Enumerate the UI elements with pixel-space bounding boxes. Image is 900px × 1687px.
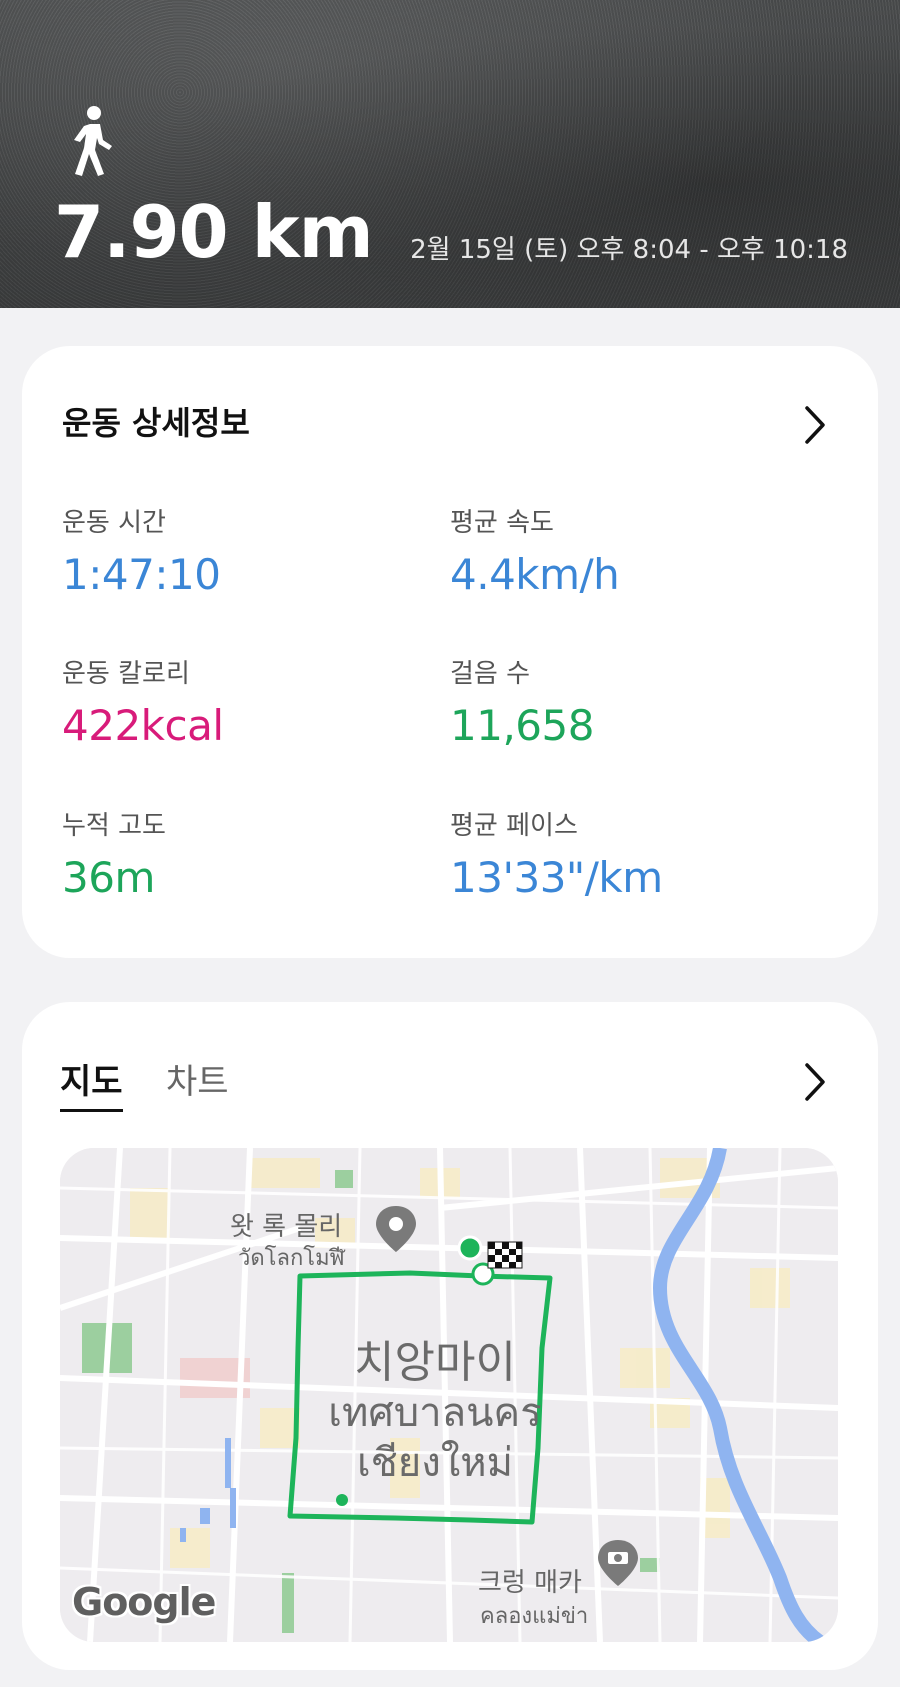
stat-calories: 운동 칼로리 422kcal: [62, 656, 224, 754]
workout-details-title: 운동 상세정보: [62, 404, 250, 442]
chevron-right-icon[interactable]: [803, 405, 827, 445]
stat-duration: 운동 시간 1:47:10: [62, 505, 221, 603]
stat-elevation: 누적 고도 36m: [62, 808, 166, 906]
stat-avg-speed: 평균 속도 4.4km/h: [450, 505, 620, 603]
distance-value: 7.90 km: [54, 190, 374, 274]
stat-value: 11,658: [450, 701, 594, 750]
poi-label-ko: 크렁 매카: [478, 1568, 582, 1598]
activity-header: 7.90 km 2월 15일 (토) 오후 8:04 - 오후 10:18: [0, 0, 900, 308]
stat-label: 운동 시간: [62, 508, 166, 538]
poi-label-th: วัดโลกโมฬี: [238, 1246, 345, 1271]
stat-value: 422kcal: [62, 701, 224, 750]
stat-value: 13'33"/km: [450, 853, 663, 902]
tab-map[interactable]: 지도: [60, 1060, 123, 1112]
stat-label: 평균 페이스: [450, 811, 578, 841]
walking-person-icon: [70, 104, 114, 176]
stat-label: 평균 속도: [450, 508, 554, 538]
route-start-marker: [457, 1235, 483, 1261]
stat-value: 4.4km/h: [450, 550, 620, 599]
poi-label-th: คลองแม่ข่า: [480, 1604, 589, 1629]
stat-avg-pace: 평균 페이스 13'33"/km: [450, 808, 663, 906]
stat-label: 걸음 수: [450, 659, 531, 689]
city-label-th-2: เชียงใหม่: [356, 1440, 514, 1486]
workout-datetime: 2월 15일 (토) 오후 8:04 - 오후 10:18: [410, 235, 848, 265]
stat-label: 운동 칼로리: [62, 659, 190, 689]
stat-value: 36m: [62, 853, 155, 902]
route-map[interactable]: 왓 록 몰리 วัดโลกโมฬี 치앙마이 เทศบาลนคร เชียงให…: [60, 1148, 838, 1642]
stat-value: 1:47:10: [62, 550, 221, 599]
finish-flag-icon: [487, 1241, 523, 1269]
poi-label-ko: 왓 록 몰리: [230, 1212, 343, 1242]
google-logo: Google: [72, 1580, 216, 1624]
stat-label: 누적 고도: [62, 811, 166, 841]
chevron-right-icon[interactable]: [803, 1062, 827, 1102]
tab-chart[interactable]: 차트: [166, 1060, 229, 1104]
stat-steps: 걸음 수 11,658: [450, 656, 594, 754]
